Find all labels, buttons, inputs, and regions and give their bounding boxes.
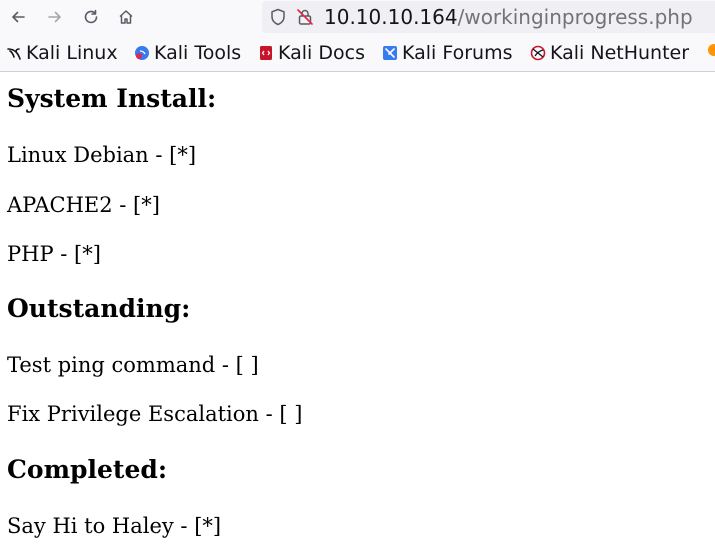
- url-text[interactable]: 10.10.10.164/workinginprogress.php: [324, 4, 693, 30]
- back-arrow-icon: [12, 11, 25, 23]
- bookmark-label: Kali Tools: [154, 42, 242, 64]
- insecure-lock-icon[interactable]: [295, 7, 315, 27]
- home-button[interactable]: [114, 5, 138, 29]
- url-host: 10.10.10.164: [324, 5, 458, 29]
- browser-chrome: 10.10.10.164/workinginprogress.php Kali …: [0, 0, 715, 72]
- checklist-item: Test ping command - [ ]: [7, 353, 259, 377]
- navigation-toolbar: 10.10.10.164/workinginprogress.php: [0, 0, 715, 34]
- orange-bookmark-icon: [708, 44, 715, 56]
- section-heading-completed: Completed:: [7, 455, 168, 484]
- kali-forums-icon: [383, 46, 397, 60]
- forward-button[interactable]: [43, 5, 67, 29]
- kali-dragon-icon: [7, 48, 21, 60]
- checklist-item: Say Hi to Haley - [*]: [7, 514, 222, 538]
- home-icon: [119, 10, 133, 24]
- kali-tools-icon: [135, 46, 149, 60]
- checklist-item: Linux Debian - [*]: [7, 143, 197, 167]
- shield-icon[interactable]: [268, 7, 288, 27]
- bookmarks-toolbar: Kali Linux Kali Tools Kali Docs Kali For…: [0, 34, 715, 72]
- kali-docs-icon: [260, 46, 272, 60]
- bookmark-kali-linux[interactable]: Kali Linux: [6, 42, 118, 64]
- bookmark-label: Kali Docs: [278, 42, 365, 64]
- bookmark-label: Kali Forums: [402, 42, 513, 64]
- reload-icon: [84, 9, 98, 24]
- checklist-item: PHP - [*]: [7, 242, 101, 266]
- bookmark-kali-nethunter[interactable]: Kali NetHunter: [530, 42, 689, 64]
- url-bar[interactable]: 10.10.10.164/workinginprogress.php: [262, 1, 715, 33]
- section-heading-system-install: System Install:: [7, 84, 217, 113]
- bookmark-kali-forums[interactable]: Kali Forums: [382, 42, 513, 64]
- checklist-item: Fix Privilege Escalation - [ ]: [7, 402, 303, 426]
- bookmark-overflow[interactable]: [706, 42, 715, 58]
- url-path: /workinginprogress.php: [457, 5, 693, 29]
- forward-arrow-icon: [48, 11, 61, 23]
- back-button[interactable]: [6, 5, 30, 29]
- bookmark-kali-tools[interactable]: Kali Tools: [134, 42, 241, 64]
- reload-button[interactable]: [79, 5, 103, 29]
- checklist-item: APACHE2 - [*]: [7, 193, 160, 217]
- bookmark-kali-docs[interactable]: Kali Docs: [258, 42, 365, 64]
- section-heading-outstanding: Outstanding:: [7, 294, 191, 323]
- bookmark-label: Kali Linux: [26, 42, 118, 64]
- bookmark-label: Kali NetHunter: [550, 42, 690, 64]
- kali-nethunter-icon: [530, 45, 546, 61]
